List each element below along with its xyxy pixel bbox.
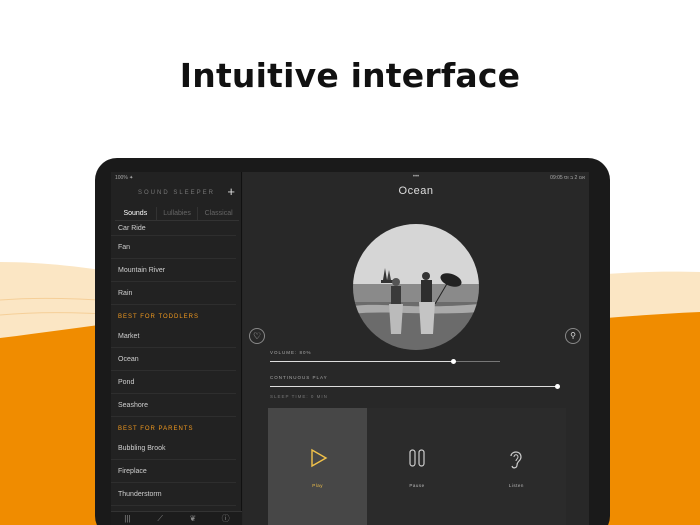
tab-classical[interactable]: Classical (198, 207, 239, 220)
graph-icon[interactable]: ⟋ (144, 512, 177, 525)
volume-slider[interactable] (270, 359, 500, 364)
sound-list-item[interactable]: Bubbling Brook (111, 437, 236, 460)
timer-icon[interactable]: ⚲ (565, 328, 581, 344)
listen-button[interactable]: Listen (466, 408, 566, 525)
sound-list-item[interactable]: Mountain River (111, 259, 236, 282)
listen-label: Listen (508, 483, 524, 488)
player-panel: ••• אנו 2 ב וס 09:05 Ocean ♡ ⚲ VOLUME: 8… (243, 172, 589, 525)
app-logo-text: SOUND SLEEPER (137, 190, 215, 196)
sound-list-item[interactable]: Fireplace (111, 460, 236, 483)
album-art (353, 224, 479, 350)
continuous-label: CONTINUOUS PLAY (270, 375, 328, 380)
tab-lullabies[interactable]: Lullabies (157, 207, 199, 220)
sound-list-item[interactable]: Car Ride (111, 222, 236, 236)
heart-icon[interactable]: ♡ (249, 328, 265, 344)
continuous-slider[interactable] (270, 384, 560, 389)
info-icon[interactable]: ⓘ (209, 512, 242, 525)
sound-list-item[interactable]: Seashore (111, 394, 236, 417)
sleep-time-label: SLEEP TIME: 0 MIN (270, 394, 328, 399)
play-button[interactable]: Play (268, 408, 368, 525)
status-dots: ••• (412, 174, 420, 180)
sound-list-item[interactable]: Market (111, 325, 236, 348)
volume-fill (270, 361, 454, 362)
sound-list: Car Ride Fan Mountain River Rain BEST FOR TO… (111, 222, 242, 506)
section-header: BEST FOR PARENTS (118, 426, 194, 432)
status-battery: 100% ✦ (115, 175, 134, 181)
play-icon (268, 448, 367, 473)
volume-label: VOLUME: 80% (270, 350, 312, 355)
status-time: אנו 2 ב וס 09:05 (550, 175, 585, 181)
ear-icon (467, 448, 566, 475)
track-title: Ocean (398, 185, 434, 197)
playback-controls: Play Pause Listen (268, 408, 566, 525)
leaf-icon[interactable]: ❦ (177, 512, 210, 525)
plus-icon[interactable]: + (227, 185, 235, 199)
tab-sounds[interactable]: Sounds (115, 207, 157, 220)
sound-list-item[interactable]: Rain (111, 282, 236, 305)
sound-list-item[interactable]: Ocean (111, 348, 236, 371)
category-tabs: Sounds Lullabies Classical (115, 207, 239, 221)
continuous-thumb[interactable] (555, 384, 560, 389)
play-label: Play (312, 483, 324, 488)
bars-icon[interactable]: ||| (111, 512, 144, 525)
continuous-fill (270, 386, 558, 387)
sound-list-item[interactable]: Fan (111, 236, 236, 259)
pause-label: Pause (409, 483, 425, 488)
sidebar: 100% ✦ SOUND SLEEPER + Sounds Lullabies Cl… (111, 172, 242, 525)
app-logo: SOUND SLEEPER (111, 190, 242, 196)
headline: Intuitive interface (179, 56, 521, 95)
pause-icon (367, 448, 466, 473)
tab-bar: ||| ⟋ ❦ ⓘ (111, 511, 242, 525)
sound-list-item[interactable]: Thunderstorm (111, 483, 236, 506)
volume-thumb[interactable] (451, 359, 456, 364)
app-screen: 100% ✦ SOUND SLEEPER + Sounds Lullabies Cl… (111, 172, 589, 525)
section-header: BEST FOR TODDLERS (118, 314, 200, 320)
sound-list-item[interactable]: Pond (111, 371, 236, 394)
pause-button[interactable]: Pause (367, 408, 467, 525)
